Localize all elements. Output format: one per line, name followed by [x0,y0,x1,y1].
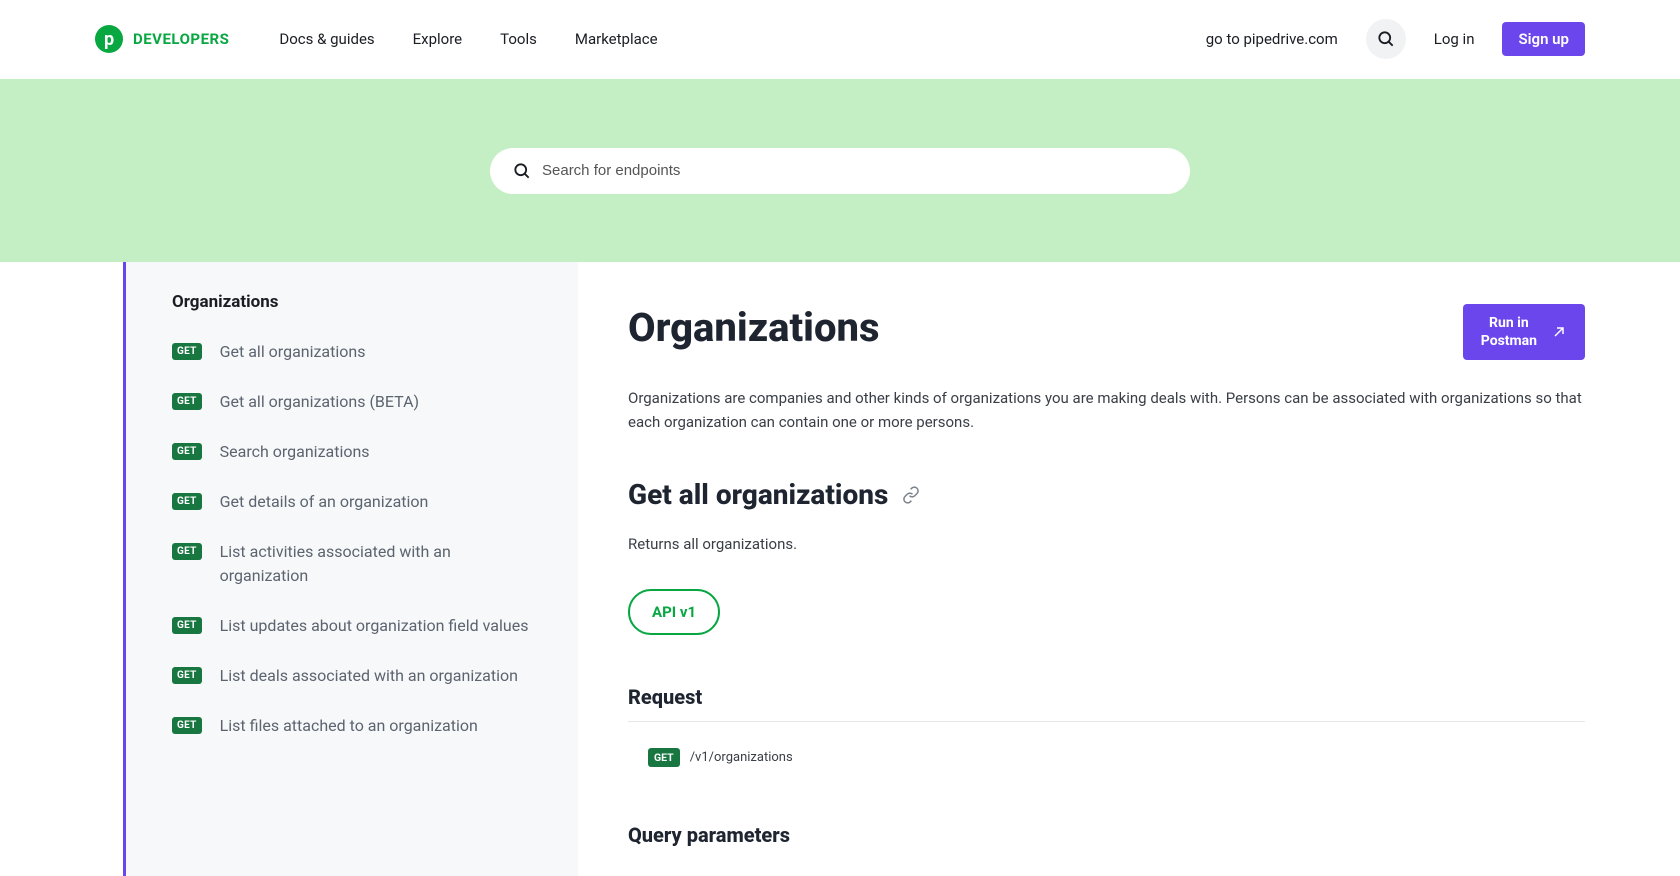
goto-pipedrive-link[interactable]: go to pipedrive.com [1206,30,1338,48]
endpoint-search-box[interactable] [490,148,1190,194]
section-title: Get all organizations [628,478,1585,511]
sidebar-item-list-files[interactable]: GET List files attached to an organizati… [160,704,550,748]
section-title-text: Get all organizations [628,478,888,511]
run-in-postman-button[interactable]: Run in Postman [1463,304,1585,360]
content-wrap: Organizations GET Get all organizations … [0,262,1680,876]
main-content: Organizations Run in Postman Organizatio… [578,262,1680,876]
nav-marketplace[interactable]: Marketplace [575,30,658,48]
sidebar-item-label: List deals associated with an organizati… [220,664,518,688]
method-badge: GET [172,443,202,460]
sidebar-item-label: List updates about organization field va… [220,614,529,638]
nav-tools[interactable]: Tools [500,30,537,48]
request-method-badge: GET [648,748,680,767]
sidebar-title[interactable]: Organizations [172,292,550,312]
sidebar-item-get-all-organizations-beta[interactable]: GET Get all organizations (BETA) [160,380,550,424]
request-path: /v1/organizations [690,750,793,765]
sidebar-item-label: Search organizations [220,440,370,464]
link-icon[interactable] [902,486,920,504]
method-badge: GET [172,717,202,734]
request-row: GET /v1/organizations [628,730,1585,767]
top-nav: Docs & guides Explore Tools Marketplace [279,30,657,48]
sidebar-item-list-deals[interactable]: GET List deals associated with an organi… [160,654,550,698]
endpoint-search-input[interactable] [542,162,1168,179]
header-right: go to pipedrive.com Log in Sign up [1206,19,1585,59]
logo-text: DEVELOPERS [133,30,229,48]
search-icon [512,161,532,181]
signup-button[interactable]: Sign up [1502,22,1585,56]
method-badge: GET [172,617,202,634]
api-version-label: API v1 [652,603,696,621]
postman-label: Run in Postman [1481,314,1537,350]
signup-label: Sign up [1518,30,1569,48]
sidebar-item-label: Get all organizations (BETA) [220,390,419,414]
api-version-pill[interactable]: API v1 [628,589,720,635]
method-badge: GET [172,667,202,684]
login-link[interactable]: Log in [1434,30,1475,48]
sidebar-item-get-all-organizations[interactable]: GET Get all organizations [160,330,550,374]
sidebar-item-get-org-details[interactable]: GET Get details of an organization [160,480,550,524]
sidebar-item-search-organizations[interactable]: GET Search organizations [160,430,550,474]
sidebar-item-label: List activities associated with an organ… [220,540,538,588]
logo-icon: p [95,25,123,53]
nav-docs-guides[interactable]: Docs & guides [279,30,374,48]
external-arrow-icon [1551,324,1567,340]
section-description: Returns all organizations. [628,535,1585,553]
method-badge: GET [172,493,202,510]
hero-banner [0,79,1680,262]
top-header: p DEVELOPERS Docs & guides Explore Tools… [0,0,1680,79]
header-search-button[interactable] [1366,19,1406,59]
method-badge: GET [172,393,202,410]
sidebar-item-label: List files attached to an organization [220,714,478,738]
query-parameters-title: Query parameters [628,823,1585,847]
sidebar: Organizations GET Get all organizations … [123,262,578,876]
main-heading-row: Organizations Run in Postman [628,304,1585,360]
page-title: Organizations [628,304,880,351]
sidebar-item-label: Get all organizations [220,340,366,364]
search-icon [1376,29,1396,49]
method-badge: GET [172,343,202,360]
sidebar-item-label: Get details of an organization [220,490,429,514]
logo[interactable]: p DEVELOPERS [95,25,229,53]
sidebar-item-list-activities[interactable]: GET List activities associated with an o… [160,530,550,598]
request-title: Request [628,685,1585,722]
method-badge: GET [172,543,202,560]
nav-explore[interactable]: Explore [413,30,463,48]
sidebar-item-list-updates[interactable]: GET List updates about organization fiel… [160,604,550,648]
page-description: Organizations are companies and other ki… [628,386,1585,434]
